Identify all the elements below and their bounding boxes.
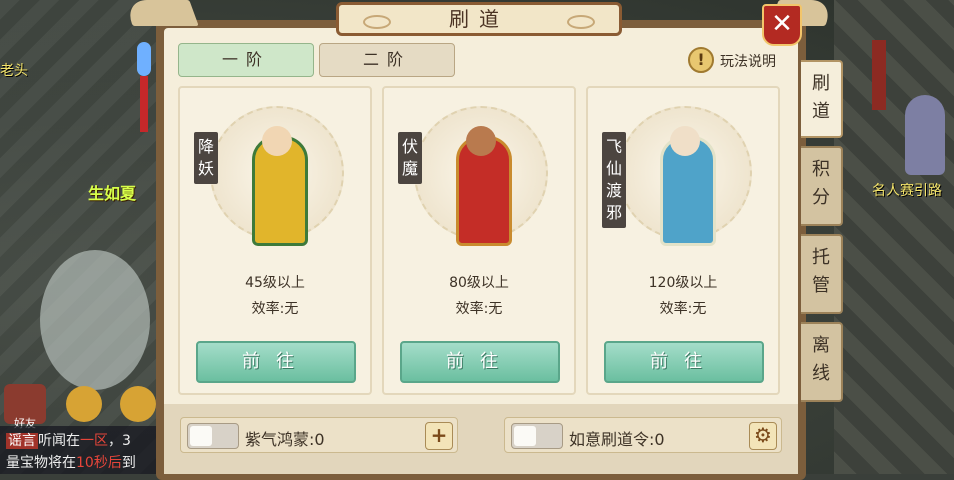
go-button[interactable]: 前往 [196,341,356,383]
cloud-ornament-icon [363,15,391,29]
card-efficiency: 效率:无 [659,301,707,317]
side-tab-label: 托管 [812,247,830,296]
cloud-ornament-icon [567,15,595,29]
close-icon: ✕ [771,9,793,39]
chat-text: 听闻在 [38,433,80,449]
chat-channel-tag: 谣言 [6,433,38,449]
friend-button[interactable]: 好友 [4,384,46,430]
card-feixian-duxie: 飞仙渡邪 120级以上 效率:无 前往 [586,86,780,395]
card-name-label: 降妖 [194,132,218,184]
side-tab-label: 刷道 [812,73,830,122]
chat-line-1: 谣言 听闻在一区，3 [6,430,131,450]
chat-text: 量宝物将在 [6,455,76,471]
npc-name-left[interactable]: 老头 [0,60,28,80]
scene-npc-figure[interactable] [905,95,945,175]
ruyi-shuadao-label: 如意刷道令:0 [569,430,665,449]
help-label[interactable]: 玩法说明 [720,51,776,71]
chat-highlight: 一区 [80,433,108,449]
card-xiangyao: 降妖 45级以上 效率:无 前往 [178,86,372,395]
chat-text: 到 [121,455,136,471]
hero-head [262,126,292,156]
player-title-text: 生如夏 [88,184,137,203]
right-scene-terrain [834,0,954,474]
go-button[interactable]: 前往 [400,341,560,383]
panel-title: 刷道 [336,2,622,36]
help-icon[interactable]: ! [688,47,714,73]
gourd-tassel [140,76,148,132]
side-tab-lixian[interactable]: 离线 [801,322,843,402]
go-button[interactable]: 前往 [604,341,764,383]
ziqi-hongmeng-label: 紫气鸿蒙:0 [245,430,325,449]
ziqi-hongmeng-row: 紫气鸿蒙:0 + [180,417,458,453]
ruyi-shuadao-toggle[interactable] [511,423,563,449]
scene-pillar [872,40,886,110]
plus-icon[interactable]: + [425,422,453,450]
chat-feed[interactable]: 谣言 听闻在一区，3 量宝物将在10秒后到 [0,426,170,474]
card-efficiency: 效率:无 [455,301,503,317]
card-name-label: 飞仙渡邪 [602,132,626,228]
chat-bubble-icon[interactable] [66,386,102,422]
hero-head [466,126,496,156]
ziqi-hongmeng-toggle[interactable] [187,423,239,449]
npc-name-right[interactable]: 名人赛引路 [872,180,942,200]
tab-stage-2[interactable]: 二阶 [319,43,455,77]
side-tab-shuadao[interactable]: 刷道 [801,60,843,138]
toggle-knob [514,426,536,446]
card-level-requirement: 120级以上 [648,275,718,291]
gourd-icon [137,42,151,76]
side-tab-tuoguan[interactable]: 托管 [801,234,843,314]
ruyi-shuadao-row: 如意刷道令:0 ⚙ [504,417,782,453]
card-level-requirement: 45级以上 [245,275,305,291]
close-button[interactable]: ✕ [762,4,802,46]
chat-highlight: 10秒后 [76,455,122,471]
card-efficiency: 效率:无 [251,301,299,317]
gear-icon[interactable]: ⚙ [749,422,777,450]
voice-icon[interactable] [120,386,156,422]
side-tab-jifen[interactable]: 积分 [801,146,843,226]
hero-head [670,126,700,156]
side-tab-label: 离线 [812,335,830,384]
card-level-requirement: 80级以上 [449,275,509,291]
card-name-label: 伏魔 [398,132,422,184]
chat-line-2: 量宝物将在10秒后到 [6,452,136,472]
panel-title-text: 刷道 [449,7,509,31]
toggle-knob [190,426,212,446]
tab-stage-1[interactable]: 一阶 [178,43,314,77]
panel-corner-ornament-left [123,0,199,26]
side-tab-label: 积分 [812,159,830,208]
scene-character-left [40,250,150,390]
card-fumo: 伏魔 80级以上 效率:无 前往 [382,86,576,395]
chat-text: ，3 [108,433,131,449]
